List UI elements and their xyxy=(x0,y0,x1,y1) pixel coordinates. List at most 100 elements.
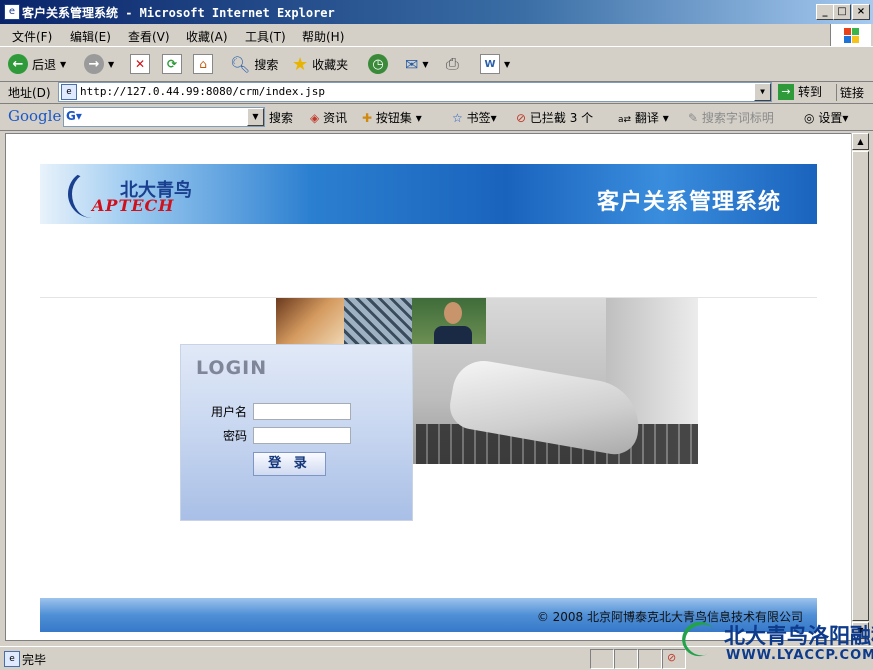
highlight-terms-button[interactable]: ✎ 搜索字词标明 xyxy=(688,109,774,126)
close-button[interactable]: × xyxy=(852,4,870,20)
login-title: LOGIN xyxy=(196,357,268,379)
menu-favorites[interactable]: 收藏(A) xyxy=(186,28,228,45)
minimize-button[interactable]: _ xyxy=(816,4,834,20)
star-icon: ★ xyxy=(292,53,309,75)
favorites-label: 收藏夹 xyxy=(312,57,349,72)
password-input[interactable] xyxy=(253,427,351,444)
status-text: 完毕 xyxy=(22,653,47,667)
history-icon: ◷ xyxy=(368,54,388,74)
login-button[interactable]: 登 录 xyxy=(253,452,326,476)
google-settings-menu[interactable]: ◎ 设置▾ xyxy=(804,109,848,126)
scroll-up-button[interactable]: ▲ xyxy=(852,133,869,150)
home-icon: ⌂ xyxy=(193,54,213,74)
login-panel: LOGIN 用户名 密码 登 录 xyxy=(180,344,413,521)
menu-bar: 文件(F) 编辑(E) 查看(V) 收藏(A) 工具(T) 帮助(H) xyxy=(0,24,873,47)
back-button[interactable]: ← 后退 ▼ xyxy=(8,53,66,75)
stop-icon: ✕ xyxy=(130,54,150,74)
search-magnifier-icon: 🔍︎ xyxy=(230,54,251,74)
mail-button[interactable]: ✉ ▼ xyxy=(405,53,429,75)
google-search-dropdown[interactable]: ▼ xyxy=(247,108,264,126)
maximize-button[interactable]: □ xyxy=(833,4,851,20)
stop-button[interactable]: ✕ xyxy=(130,53,150,75)
history-button[interactable]: ◷ xyxy=(368,53,388,75)
photo-people xyxy=(276,298,344,344)
news-icon: ◈ xyxy=(310,111,320,125)
address-dropdown-button[interactable]: ▼ xyxy=(754,83,771,101)
popup-blocked-icon: ⊘ xyxy=(516,111,527,125)
vertical-scrollbar[interactable]: ▲ ▼ xyxy=(851,133,869,639)
favorites-button[interactable]: ★ 收藏夹 xyxy=(292,53,348,75)
address-input[interactable]: e http://127.0.44.99:8080/crm/index.jsp ▼ xyxy=(58,82,772,102)
forward-dropdown-icon[interactable]: ▼ xyxy=(108,60,114,69)
watermark: 北大青鸟洛阳融科 WWW.LYACCP.COM xyxy=(675,615,873,663)
edit-dropdown-icon[interactable]: ▼ xyxy=(504,60,510,69)
ie-page-icon: e xyxy=(4,4,20,20)
google-toolbar: Google G▾ ▼ 搜索 ◈ 资讯 ✚ 按钮集 ▾ ☆ 书签▾ ⊘ 已拦截 … xyxy=(0,104,873,131)
mail-dropdown-icon[interactable]: ▼ xyxy=(422,60,428,69)
menu-file[interactable]: 文件(F) xyxy=(12,28,52,45)
edit-button[interactable]: W ▼ xyxy=(480,53,510,75)
window-title: 客户关系管理系统 - Microsoft Internet Explorer xyxy=(22,6,335,20)
go-button[interactable]: → 转到 xyxy=(778,83,822,100)
back-dropdown-icon[interactable]: ▼ xyxy=(60,60,66,69)
username-input[interactable] xyxy=(253,403,351,420)
translate-icon: a⇄ xyxy=(618,115,632,125)
word-icon: W xyxy=(480,54,500,74)
status-cell-4: ⊘ xyxy=(662,649,686,669)
photo-tower xyxy=(344,298,412,344)
page-icon: e xyxy=(61,84,77,100)
address-label: 地址(D) xyxy=(8,86,51,100)
translate-button[interactable]: a⇄ 翻译 ▾ xyxy=(618,109,669,126)
watermark-cn: 北大青鸟洛阳融科 xyxy=(724,624,873,648)
mail-icon: ✉ xyxy=(405,54,419,74)
menu-view[interactable]: 查看(V) xyxy=(128,28,170,45)
scroll-thumb[interactable] xyxy=(852,151,869,621)
home-button[interactable]: ⌂ xyxy=(193,53,213,75)
menu-help[interactable]: 帮助(H) xyxy=(302,28,344,45)
links-button[interactable]: 链接 xyxy=(836,84,864,101)
page-viewport: 北大青鸟 APTECH 客户关系管理系统 LOGIN 用户名 密码 登 录 © … xyxy=(5,133,852,641)
forward-button[interactable]: → ▼ xyxy=(84,53,114,75)
refresh-icon: ⟳ xyxy=(162,54,182,74)
address-url: http://127.0.44.99:8080/crm/index.jsp xyxy=(80,85,326,98)
forward-arrow-icon: → xyxy=(84,54,104,74)
search-label: 搜索 xyxy=(254,57,279,72)
search-button[interactable]: 🔍︎ 搜索 xyxy=(230,53,278,75)
popup-status-icon[interactable]: ⊘ xyxy=(667,651,676,664)
google-news-button[interactable]: ◈ 资讯 xyxy=(310,109,347,126)
buttons-icon: ✚ xyxy=(362,111,373,125)
standard-toolbar: ← 后退 ▼ → ▼ ✕ ⟳ ⌂ 🔍︎ 搜索 ★ 收藏夹 ◷ ✉ ▼ ⎙ W ▼ xyxy=(0,47,873,82)
menu-edit[interactable]: 编辑(E) xyxy=(70,28,111,45)
popup-blocker-button[interactable]: ⊘ 已拦截 3 个 xyxy=(516,109,593,126)
settings-gear-icon: ◎ xyxy=(804,111,815,125)
bookmark-star-icon: ☆ xyxy=(452,111,463,125)
back-arrow-icon: ← xyxy=(8,54,28,74)
back-label: 后退 xyxy=(32,57,57,72)
google-search-button[interactable]: 搜索 xyxy=(269,109,293,126)
blocked-count: 3 个 xyxy=(569,111,594,125)
username-label: 用户名 xyxy=(210,405,247,419)
highlighter-icon: ✎ xyxy=(688,111,699,125)
status-cell-3 xyxy=(638,649,662,669)
print-button[interactable]: ⎙ xyxy=(446,53,459,75)
photo-man xyxy=(412,298,486,344)
window-title-bar[interactable]: e 客户关系管理系统 - Microsoft Internet Explorer… xyxy=(0,0,873,24)
google-search-input[interactable]: G▾ ▼ xyxy=(63,107,265,127)
logo-en-text: APTECH xyxy=(92,196,175,215)
google-logo: Google xyxy=(8,107,62,125)
status-page-icon: e xyxy=(4,651,20,667)
google-buttons-menu[interactable]: ✚ 按钮集 ▾ xyxy=(362,109,422,126)
menu-tools[interactable]: 工具(T) xyxy=(245,28,286,45)
go-label: 转到 xyxy=(798,85,823,99)
windows-logo-icon xyxy=(830,24,871,46)
address-bar: 地址(D) e http://127.0.44.99:8080/crm/index… xyxy=(0,81,873,104)
printer-icon: ⎙ xyxy=(446,54,459,73)
system-title: 客户关系管理系统 xyxy=(596,190,781,215)
google-bookmarks-menu[interactable]: ☆ 书签▾ xyxy=(452,109,497,126)
header-banner: 北大青鸟 APTECH 客户关系管理系统 xyxy=(40,164,817,224)
status-cell-1 xyxy=(590,649,614,669)
password-label: 密码 xyxy=(222,429,247,443)
refresh-button[interactable]: ⟳ xyxy=(162,53,182,75)
status-cell-2 xyxy=(614,649,638,669)
go-arrow-icon: → xyxy=(778,83,794,100)
